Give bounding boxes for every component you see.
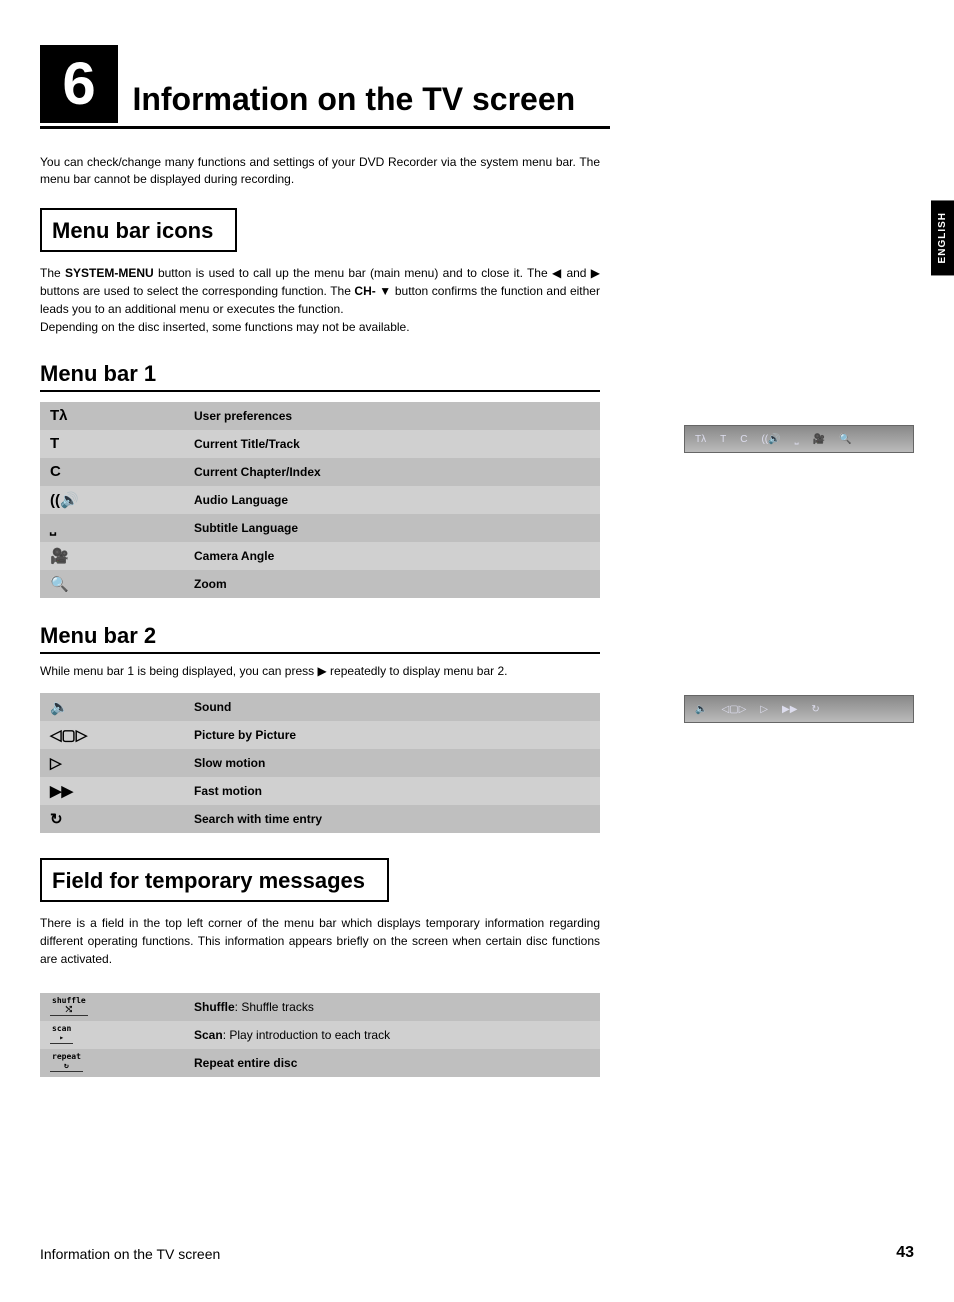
audio-lang-icon: ((🔊 — [50, 492, 79, 509]
menu-bar-2-illustration: 🔈 ◁▢▷ ▷ ▶▶ ↻ — [684, 695, 914, 723]
table-row: ▷ Slow motion — [40, 749, 600, 777]
slow-motion-icon: ▷ — [760, 704, 768, 715]
camera-angle-icon: 🎥 — [50, 548, 69, 565]
subheading-menu-bar-1: Menu bar 1 — [40, 361, 600, 392]
slow-motion-icon: ▷ — [50, 755, 62, 772]
page-title: Information on the TV screen — [132, 81, 575, 118]
text-frag: While menu bar 1 is being displayed, you… — [40, 664, 317, 678]
intro-text: You can check/change many functions and … — [40, 154, 600, 188]
label: Picture by Picture — [190, 721, 600, 749]
label: Sound — [190, 693, 600, 721]
subtitle-lang-icon: ⎵ — [795, 434, 799, 445]
language-tab: ENGLISH — [931, 200, 954, 275]
zoom-icon: 🔍 — [50, 576, 69, 593]
label: Zoom — [190, 570, 600, 598]
down-arrow-icon: ▼ — [379, 284, 391, 298]
section-heading-menu-bar-icons: Menu bar icons — [40, 208, 237, 252]
table-row: Tλ User preferences — [40, 402, 600, 430]
label: User preferences — [190, 402, 600, 430]
user-prefs-icon: Tλ — [695, 434, 706, 445]
user-prefs-icon: Tλ — [50, 407, 68, 424]
repeat-icon: repeat↻ — [50, 1053, 83, 1073]
right-arrow-icon: ▶ — [591, 266, 600, 280]
label: Slow motion — [190, 749, 600, 777]
label: Scan: Play introduction to each track — [190, 1021, 600, 1049]
text-frag: Depending on the disc inserted, some fun… — [40, 320, 410, 334]
table-row: ↻ Search with time entry — [40, 805, 600, 833]
table-row: ((🔊 Audio Language — [40, 486, 600, 514]
label: Subtitle Language — [190, 514, 600, 542]
label: Search with time entry — [190, 805, 600, 833]
title-rule — [40, 126, 610, 129]
menu-bar-1-illustration: Tλ T C ((🔊 ⎵ 🎥 🔍 — [684, 425, 914, 453]
page-footer: Information on the TV screen 43 — [40, 1244, 914, 1262]
page-number: 43 — [896, 1244, 914, 1262]
chapter-index-icon: C — [740, 434, 747, 445]
chapter-header: 6 Information on the TV screen — [40, 40, 914, 118]
footer-title: Information on the TV screen — [40, 1246, 220, 1262]
zoom-icon: 🔍 — [839, 434, 851, 445]
table-row: ◁▢▷ Picture by Picture — [40, 721, 600, 749]
text-frag: buttons are used to select the correspon… — [40, 284, 354, 298]
table-row: ⎵ Subtitle Language — [40, 514, 600, 542]
left-arrow-icon: ◀ — [552, 266, 562, 280]
menu-bar-2-intro: While menu bar 1 is being displayed, you… — [40, 664, 600, 678]
chapter-number-badge: 6 — [40, 45, 118, 123]
section-heading-temp-messages: Field for temporary messages — [40, 858, 389, 902]
text-frag: button is used to call up the menu bar (… — [154, 266, 552, 280]
fast-motion-icon: ▶▶ — [50, 783, 73, 800]
shuffle-icon: shuffle⤭ — [50, 997, 88, 1017]
label: Camera Angle — [190, 542, 600, 570]
label: Current Chapter/Index — [190, 458, 600, 486]
label: Repeat entire disc — [190, 1049, 600, 1077]
table-row: C Current Chapter/Index — [40, 458, 600, 486]
ch-button-label: CH- — [354, 284, 375, 298]
menu-bar-2-table: 🔈 Sound ◁▢▷ Picture by Picture ▷ Slow motio… — [40, 693, 600, 833]
picture-by-picture-icon: ◁▢▷ — [50, 727, 87, 744]
table-row: 🔍 Zoom — [40, 570, 600, 598]
text-frag: repeatedly to display menu bar 2. — [327, 664, 508, 678]
table-row: ▶▶ Fast motion — [40, 777, 600, 805]
table-row: 🎥 Camera Angle — [40, 542, 600, 570]
table-row: 🔈 Sound — [40, 693, 600, 721]
camera-angle-icon: 🎥 — [813, 434, 825, 445]
picture-by-picture-icon: ◁▢▷ — [721, 704, 746, 715]
table-row: repeat↻ Repeat entire disc — [40, 1049, 600, 1077]
table-row: scan▸ Scan: Play introduction to each tr… — [40, 1021, 600, 1049]
chapter-index-icon: C — [50, 463, 61, 480]
label: Current Title/Track — [190, 430, 600, 458]
menu-bar-1-table: TλUser preferences TCurrent Title/Track … — [40, 402, 600, 598]
temp-messages-text: There is a field in the top left corner … — [40, 914, 600, 968]
text-frag: and — [562, 266, 591, 280]
scan-icon: scan▸ — [50, 1025, 73, 1045]
label: Shuffle: Shuffle tracks — [190, 993, 600, 1021]
text-frag: The — [40, 266, 65, 280]
label: Audio Language — [190, 486, 600, 514]
title-track-icon: T — [50, 435, 59, 452]
temp-messages-table: shuffle⤭ Shuffle: Shuffle tracks scan▸ S… — [40, 993, 600, 1077]
subheading-menu-bar-2: Menu bar 2 — [40, 623, 600, 654]
time-search-icon: ↻ — [811, 704, 819, 715]
table-row: shuffle⤭ Shuffle: Shuffle tracks — [40, 993, 600, 1021]
sound-icon: 🔈 — [695, 704, 707, 715]
subtitle-lang-icon: ⎵ — [50, 519, 56, 536]
label: Fast motion — [190, 777, 600, 805]
table-row: T Current Title/Track — [40, 430, 600, 458]
right-arrow-icon: ▶ — [317, 664, 326, 678]
sound-icon: 🔈 — [50, 699, 69, 716]
time-search-icon: ↻ — [50, 811, 63, 828]
menu-bar-icons-text: The SYSTEM-MENU button is used to call u… — [40, 264, 600, 336]
title-track-icon: T — [720, 434, 726, 445]
system-menu-button-label: SYSTEM-MENU — [65, 266, 154, 280]
fast-motion-icon: ▶▶ — [782, 704, 797, 715]
audio-lang-icon: ((🔊 — [761, 434, 780, 445]
